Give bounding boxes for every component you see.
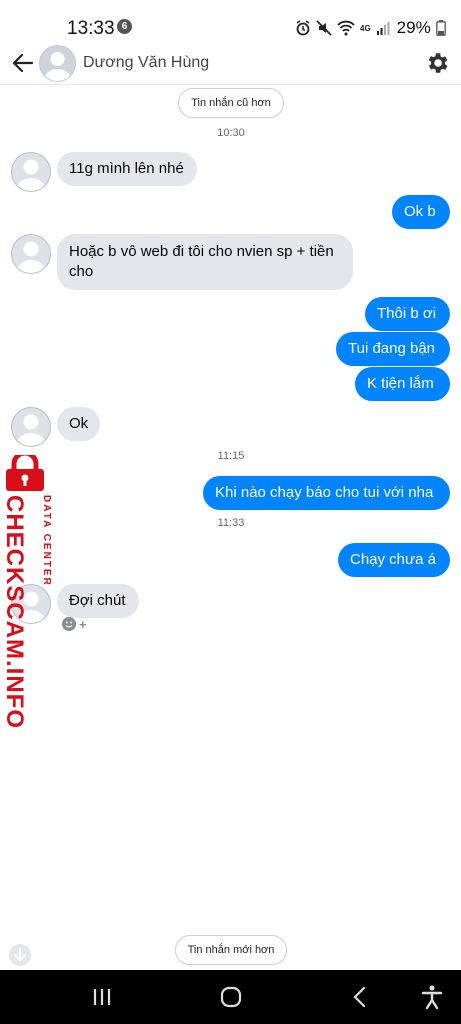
system-navigation-bar: [0, 970, 461, 1024]
conversation-header: Dương Văn Hùng: [0, 42, 461, 85]
plus-icon: +: [79, 616, 87, 632]
status-icons: 4G 29%: [295, 18, 446, 38]
back-icon[interactable]: [347, 984, 373, 1010]
timestamp: 11:15: [217, 450, 245, 462]
mute-icon: [316, 20, 332, 36]
outgoing-message[interactable]: K tiện lắm: [355, 367, 450, 401]
default-avatar-icon: [44, 52, 71, 81]
watermark-sub-text: DATA CENTER: [41, 495, 52, 587]
outgoing-message[interactable]: Thôi b ơi: [365, 297, 450, 331]
status-time: 13:33: [67, 18, 115, 39]
incoming-message[interactable]: Đợi chút: [57, 584, 139, 618]
wifi-icon: [337, 20, 355, 36]
timestamp: 11:33: [217, 517, 245, 529]
older-messages-button[interactable]: Tin nhắn cũ hơn: [178, 88, 284, 118]
network-type: 4G: [360, 23, 371, 33]
battery-icon: [435, 20, 446, 36]
status-bar: 13:33 6 4G 29%: [0, 0, 461, 40]
outgoing-message[interactable]: Chạy chưa á: [338, 543, 450, 577]
outgoing-message[interactable]: Khi nào chạy báo cho tui với nha: [203, 476, 450, 510]
signal-icon: [376, 22, 390, 35]
gear-icon[interactable]: [424, 50, 450, 76]
outgoing-message[interactable]: Tui đang bận: [336, 332, 450, 366]
add-reaction-button[interactable]: +: [62, 616, 87, 632]
watermark: CHECKSCAM.INFO DATA CENTER: [0, 453, 52, 729]
sender-avatar[interactable]: [11, 407, 51, 447]
contact-name[interactable]: Dương Văn Hùng: [83, 54, 209, 72]
incoming-message[interactable]: Hoặc b vô web đi tôi cho nvien sp + tiền…: [57, 234, 353, 290]
home-icon[interactable]: [218, 984, 244, 1010]
default-avatar-icon: [17, 241, 45, 273]
newer-messages-button[interactable]: Tin nhắn mới hơn: [175, 935, 287, 965]
default-avatar-icon: [17, 414, 45, 446]
timestamp: 10:30: [217, 127, 245, 139]
recent-apps-icon[interactable]: [89, 984, 115, 1010]
back-arrow-icon[interactable]: [10, 50, 36, 76]
contact-avatar[interactable]: [39, 45, 76, 82]
outgoing-message[interactable]: Ok b: [392, 195, 450, 229]
incoming-message[interactable]: Ok: [57, 407, 100, 441]
notification-count-badge: 6: [117, 19, 132, 34]
accessibility-icon[interactable]: [419, 984, 445, 1010]
lock-icon: [6, 455, 44, 491]
smiley-icon: [62, 617, 76, 631]
sender-avatar[interactable]: [11, 234, 51, 274]
battery-percent: 29%: [396, 18, 431, 37]
watermark-main-text: CHECKSCAM.INFO: [1, 495, 28, 729]
alarm-icon: [296, 20, 310, 36]
sender-avatar[interactable]: [11, 152, 51, 192]
arrow-down-icon: [14, 948, 26, 961]
incoming-message[interactable]: 11g mình lên nhé: [57, 152, 197, 186]
scroll-down-button[interactable]: [9, 944, 31, 966]
default-avatar-icon: [17, 159, 45, 191]
